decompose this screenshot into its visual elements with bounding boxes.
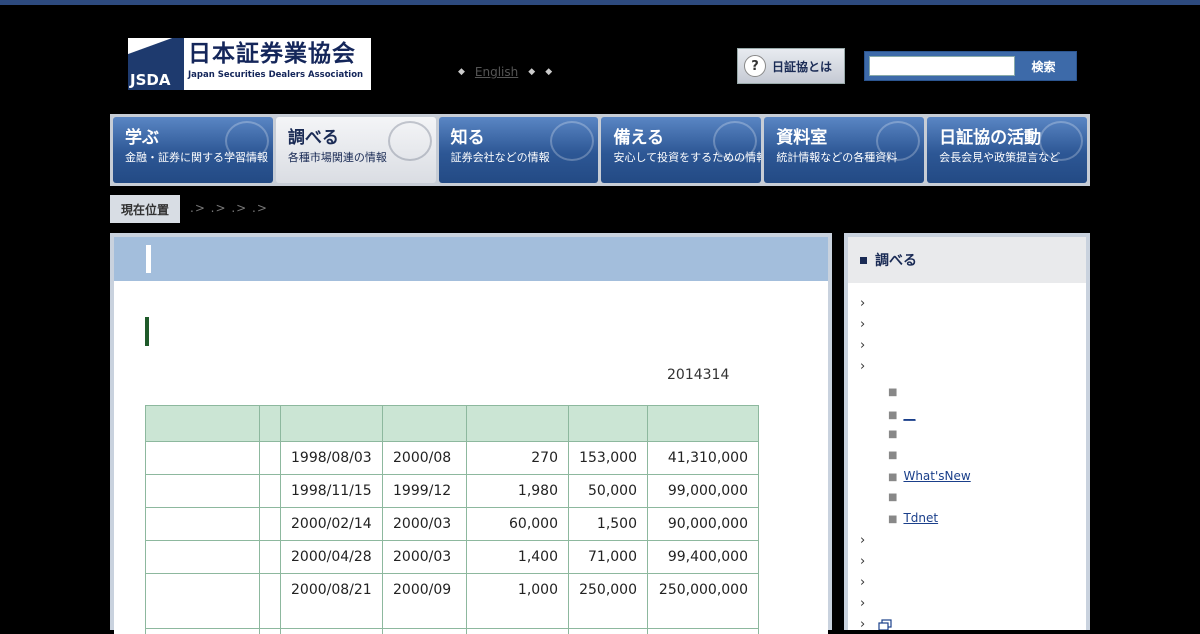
nav-activities[interactable]: 日証協の活動 会長会見や政策提言など (927, 117, 1087, 183)
sidebar-link-dash[interactable]: __ (903, 407, 915, 421)
sidebar-menu: › › › › ■ ■__ ■ ■ ■What'sNew ■ ■Tdnet › … (848, 283, 1086, 630)
nav-research[interactable]: 調べる 各種市場関連の情報 (276, 117, 436, 183)
chevron-right-icon[interactable]: › (860, 617, 865, 630)
nav-library[interactable]: 資料室 統計情報などの各種資料 (764, 117, 924, 183)
main-panel: 2014314 1998/08/032000/08 270153,000 41,… (110, 233, 832, 630)
globe-icon (1039, 121, 1083, 161)
sidebar-subitem[interactable]: ■__ (888, 407, 915, 421)
burst-icon (713, 121, 757, 161)
table-row: 1998/11/151999/12 1,98050,000 99,000,000 (146, 475, 759, 508)
jsda-logo-mark: JSDA (128, 38, 184, 90)
sidebar-subitem[interactable]: ■Tdnet (888, 511, 938, 525)
sidebar-subitem[interactable]: ■ (888, 492, 897, 503)
top-border (0, 0, 1200, 5)
new-window-icon (878, 619, 892, 630)
table-row: 2000/04/282000/03 1,40071,000 99,400,000 (146, 541, 759, 574)
jsda-logo[interactable]: JSDA 日本証券業協会 Japan Securities Dealers As… (128, 38, 371, 90)
sidebar-link-whatsnew[interactable]: What'sNew (903, 469, 970, 483)
sidebar-subitem[interactable]: ■What'sNew (888, 469, 971, 483)
table-row: 1998/08/032000/08 270153,000 41,310,000 (146, 442, 759, 475)
chevron-right-icon[interactable]: › (860, 596, 865, 611)
data-table: 1998/08/032000/08 270153,000 41,310,000 … (145, 405, 759, 634)
chevron-right-icon[interactable]: › (860, 575, 865, 590)
chevron-right-icon[interactable]: › (860, 317, 865, 332)
chevron-right-icon[interactable]: › (860, 533, 865, 548)
table-row (146, 629, 759, 634)
update-date: 2014314 (667, 367, 729, 383)
title-marker (146, 245, 151, 273)
question-icon: ? (744, 55, 766, 77)
square-bullet-icon (860, 257, 867, 264)
nav-prepare[interactable]: 備える 安心して投資をするための情報 (601, 117, 761, 183)
logo-english-name: Japan Securities Dealers Association (188, 68, 371, 82)
table-row: 2000/08/212000/09 1,000250,000 250,000,0… (146, 574, 759, 629)
sidebar-link-tdnet[interactable]: Tdnet (903, 511, 938, 525)
sidebar-subitem[interactable]: ■ (888, 450, 897, 461)
search-box: 検索 (864, 51, 1077, 81)
magnifier-icon (388, 121, 432, 161)
breadcrumb[interactable]: .> .> .> .> (190, 201, 268, 215)
english-link[interactable]: English (475, 65, 518, 79)
table-row: 2000/02/142000/03 60,0001,500 90,000,000 (146, 508, 759, 541)
table-header-row (146, 406, 759, 442)
search-input[interactable] (869, 56, 1015, 76)
sidebar-subitem[interactable]: ■ (888, 387, 897, 398)
bullet-icon: ◆ (458, 67, 465, 77)
bullet-icon: ◆ (545, 67, 552, 77)
sidebar: 調べる › › › › ■ ■__ ■ ■ ■What'sNew ■ ■Tdne… (844, 233, 1090, 630)
about-jsda-button[interactable]: ? 日証協とは (737, 48, 845, 84)
book-icon (876, 121, 920, 161)
breadcrumb-label: 現在位置 (110, 195, 180, 223)
chevron-right-icon[interactable]: › (860, 554, 865, 569)
sidebar-title: 調べる (848, 237, 1086, 283)
chevron-right-icon[interactable]: › (860, 359, 865, 374)
chevron-right-icon[interactable]: › (860, 296, 865, 311)
page-title-bar (114, 237, 828, 281)
section-marker (145, 317, 149, 346)
sidebar-subitem[interactable]: ■ (888, 429, 897, 440)
bullet-icon: ◆ (528, 67, 535, 77)
logo-japanese-name: 日本証券業協会 (188, 40, 371, 68)
pen-icon (225, 121, 269, 161)
search-button[interactable]: 検索 (1015, 55, 1072, 77)
global-nav: 学ぶ 金融・証券に関する学習情報 調べる 各種市場関連の情報 知る 証券会社など… (110, 114, 1090, 186)
nav-know[interactable]: 知る 証券会社などの情報 (439, 117, 599, 183)
main-content: 2014314 1998/08/032000/08 270153,000 41,… (114, 281, 828, 634)
language-links: ◆ English ◆ ◆ (458, 65, 552, 79)
nav-learn[interactable]: 学ぶ 金融・証券に関する学習情報 (113, 117, 273, 183)
chevron-right-icon[interactable]: › (860, 338, 865, 353)
